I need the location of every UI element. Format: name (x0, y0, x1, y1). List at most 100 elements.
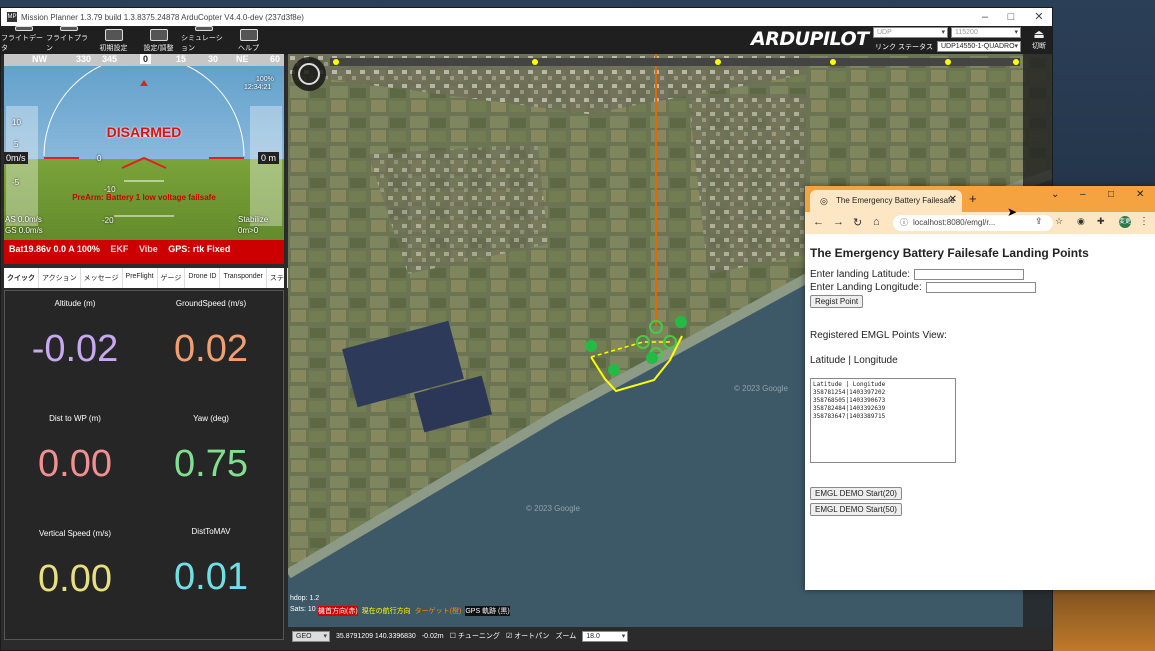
menu-help[interactable]: ヘルプ (226, 26, 271, 55)
browser-maximize-icon[interactable]: □ (1108, 189, 1114, 200)
demo-50-button[interactable]: EMGL DEMO Start(50) (810, 503, 902, 516)
quick-cell[interactable]: Vertical Speed (m/s) 0.00 (5, 529, 145, 601)
pitch-5-left: 5 (14, 140, 19, 149)
pitch-m5-left: -5 (12, 178, 20, 187)
puzzle-icon[interactable]: ✚ (1097, 216, 1105, 227)
menu-setup[interactable]: 初期設定 (91, 26, 136, 55)
points-textarea[interactable]: Latitude | Longitude 358781254|140339720… (810, 378, 956, 463)
quick-cell[interactable]: GroundSpeed (m/s) 0.02 (141, 299, 281, 371)
browser-minimize-icon[interactable]: – (1080, 189, 1086, 200)
tuning-checkbox[interactable]: ☐ チューニング (450, 631, 500, 641)
browser-window: ◎ The Emergency Battery Failesafe ✕ + ⌄ … (805, 186, 1155, 590)
menu-flight-data[interactable]: フライトデータ (1, 26, 46, 55)
link-stats-link[interactable]: リンク ステータス (875, 42, 933, 52)
tab-7[interactable]: ステ (267, 268, 288, 288)
prearm-message: PreArm: Battery 1 low voltage failsafe (72, 193, 216, 202)
compass-15: 15 (176, 54, 187, 64)
page-title: The Emergency Battery Failesafe Landing … (810, 246, 1089, 260)
timer-text: 12:34:21 (244, 84, 272, 91)
legend-gps: GPS 軌跡 (黒) (465, 606, 510, 616)
pitch-0: 0 (97, 154, 102, 163)
url-input[interactable]: ⓘ localhost:8080/emgl/r... (893, 215, 1053, 231)
hud-panel[interactable]: NW 330 345 0 15 30 NE 60 10 5 0 -5 -10 -… (4, 54, 284, 264)
regist-point-button[interactable]: Regist Point (810, 295, 864, 308)
legend-heading: 機首方向(赤) (318, 606, 358, 616)
browser-close-icon[interactable]: ✕ (1136, 189, 1144, 200)
reload-icon[interactable]: ↻ (853, 216, 862, 229)
extension-icon[interactable]: ◉ (1077, 216, 1085, 227)
hud-attitude (43, 66, 245, 217)
tab-4[interactable]: ゲージ (158, 268, 186, 288)
menu-kebab-icon[interactable]: ⋮ (1139, 216, 1149, 227)
alt-box: 0 m (258, 152, 280, 164)
protocol-select[interactable]: UDP (873, 27, 948, 38)
compass-nw: NW (32, 54, 47, 64)
longitude-input[interactable] (925, 282, 1036, 293)
tab-1[interactable]: アクション (39, 268, 81, 288)
config-icon (149, 29, 168, 41)
ekf-label[interactable]: EKF (110, 244, 128, 254)
target-select[interactable]: UDP14550-1-QUADRO (937, 41, 1021, 52)
compass-30: 30 (208, 54, 219, 64)
main-menu: フライトデータ フライトプラン 初期設定 設定/調整 シミュレーション ヘルプ ARDUP… (1, 26, 1052, 55)
tab-0[interactable]: クイック (4, 268, 39, 288)
baud-select[interactable]: 115200 (951, 27, 1021, 38)
forward-icon[interactable]: → (833, 216, 844, 228)
setup-icon (104, 29, 123, 41)
back-icon[interactable]: ← (813, 216, 824, 228)
quick-cell[interactable]: Yaw (deg) 0.75 (141, 414, 281, 486)
quick-label: Yaw (deg) (193, 414, 229, 423)
tab-close-icon[interactable]: ✕ (949, 194, 957, 205)
flight-plan-icon (59, 26, 78, 31)
map-copyright-1: © 2023 Google (734, 384, 788, 393)
url-text: localhost:8080/emgl/r... (913, 218, 996, 227)
coord-type-select[interactable]: GEO (292, 630, 330, 642)
quick-value: 0.00 (38, 443, 112, 485)
compass-330: 330 (76, 54, 92, 64)
info-icon: ⓘ (900, 218, 908, 227)
menu-flight-plan[interactable]: フライトプラン (46, 26, 91, 55)
flight-mode: Stabilize (238, 215, 269, 224)
share-icon[interactable]: ⇪ (1035, 216, 1043, 227)
demo-20-button[interactable]: EMGL DEMO Start(20) (810, 487, 902, 500)
browser-tabbar: ◎ The Emergency Battery Failesafe ✕ + ⌄ … (805, 186, 1155, 212)
columns-label: Latitude | Longitude (810, 355, 898, 366)
maximize-icon[interactable]: □ (999, 8, 1023, 26)
menu-simulation[interactable]: シミュレーション (181, 26, 226, 55)
help-icon (239, 29, 258, 41)
zoom-input[interactable]: 18.0 (582, 630, 629, 642)
menu-config[interactable]: 設定/調整 (136, 26, 181, 55)
tab-2[interactable]: メッセージ (81, 268, 123, 288)
latitude-input[interactable] (914, 269, 1025, 280)
compass-tape: NW 330 345 0 15 30 NE 60 (4, 54, 284, 66)
disconnect-button[interactable]: ⏏ 切断 (1027, 27, 1051, 51)
globe-icon: ◎ (820, 196, 828, 206)
tab-3[interactable]: PreFlight (123, 268, 158, 288)
app-icon: MP (7, 12, 17, 22)
hdop-text: hdop: 1.2 (290, 595, 320, 602)
new-tab-icon[interactable]: + (969, 191, 977, 206)
quick-label: Dist to WP (m) (49, 414, 101, 423)
profile-avatar[interactable]: 変更 (1119, 216, 1131, 228)
alt-text: -0.02m (421, 632, 444, 640)
tab-6[interactable]: Transponder (220, 268, 267, 288)
autopan-label: オートパン (514, 633, 550, 640)
quick-cell[interactable]: Altitude (m) -0.02 (5, 299, 145, 371)
browser-tab[interactable]: ◎ The Emergency Battery Failesafe ✕ (810, 190, 962, 212)
quick-cell[interactable]: DistToMAV 0.01 (141, 527, 281, 599)
tab-list-icon[interactable]: ⌄ (1051, 189, 1059, 200)
map-legend: 機首方向(赤) 現在の航行方向 ターゲット(橙) GPS 軌跡 (黒) (318, 606, 510, 616)
star-icon[interactable]: ☆ (1055, 216, 1063, 227)
home-icon[interactable]: ⌂ (873, 216, 880, 228)
tab-5[interactable]: Drone ID (185, 268, 221, 288)
close-icon[interactable]: ✕ (1027, 8, 1051, 26)
menu-label: 設定/調整 (143, 45, 174, 52)
quick-panel: Altitude (m) -0.02 GroundSpeed (m/s) 0.02 Di… (4, 290, 284, 640)
vibe-label[interactable]: Vibe (139, 244, 158, 254)
autopan-checkbox[interactable]: ☑ オートパン (506, 631, 550, 641)
quick-cell[interactable]: Dist to WP (m) 0.00 (5, 414, 145, 486)
pitch-m20: -20 (102, 216, 114, 225)
minimize-icon[interactable]: – (973, 8, 997, 26)
quick-label: GroundSpeed (m/s) (175, 299, 247, 308)
simulation-icon (194, 26, 213, 31)
